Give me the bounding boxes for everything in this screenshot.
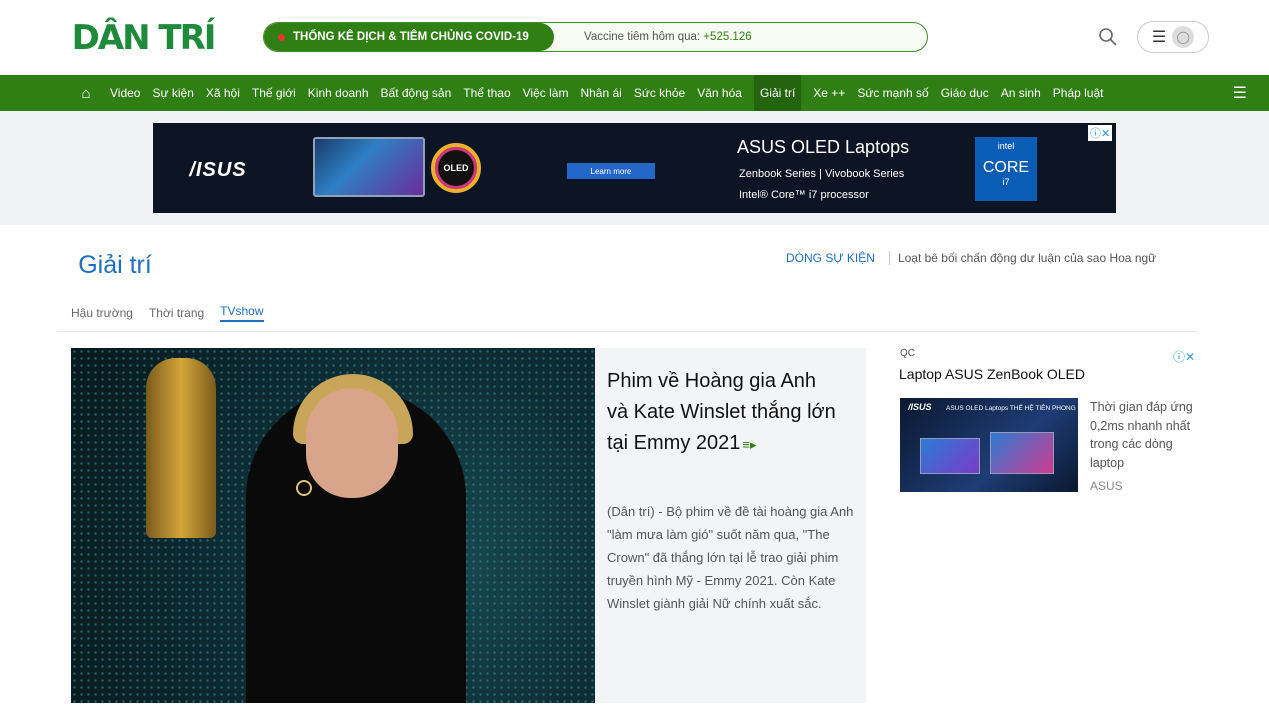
vaccine-stat: Vaccine tiêm hôm qua: +525.126 (584, 31, 752, 43)
asus-logo: /ISUS (189, 158, 247, 181)
event-label: DÒNG SỰ KIỆN (786, 251, 875, 265)
top-ad-banner[interactable]: /ISUS OLED Learn more ASUS OLED Laptops … (153, 123, 1116, 213)
section-divider (57, 331, 1197, 332)
nav-item-bat-dong-san[interactable]: Bất động sản (381, 86, 452, 100)
intel-badge: intel CORE i7 (975, 137, 1037, 201)
menu-icon: ☰ (1151, 29, 1167, 46)
user-menu-button[interactable]: ☰ ◯ (1137, 21, 1209, 53)
event-divider (888, 251, 890, 265)
nav-item-giai-tri[interactable]: Giải trí (753, 75, 802, 111)
nav-item-nhan-ai[interactable]: Nhân ái (580, 86, 621, 100)
oled-badge: OLED (431, 143, 481, 193)
feature-summary: (Dân trí) - Bộ phim về đề tài hoàng gia … (607, 504, 854, 611)
video-icon: ≡▸ (742, 437, 757, 452)
nav-item-su-kien[interactable]: Sự kiện (152, 86, 193, 100)
nav-item-xa-hoi[interactable]: Xã hội (206, 86, 240, 100)
ad-label: QC (900, 348, 915, 359)
ad-title: ASUS OLED Laptops (737, 136, 910, 157)
intel-core-label: CORE (982, 159, 1030, 176)
tab-hau-truong[interactable]: Hậu trường (71, 306, 133, 320)
main-nav: ⌂ Video Sự kiện Xã hội Thế giới Kinh doa… (0, 75, 1269, 111)
nav-item-phap-luat[interactable]: Pháp luật (1053, 86, 1104, 100)
nav-item-the-gioi[interactable]: Thế giới (252, 86, 296, 100)
ad-close-icon[interactable]: ⓘ✕ (1173, 348, 1195, 365)
nav-item-suc-manh-so[interactable]: Sức mạnh số (857, 86, 928, 100)
site-header: DÂN TRÍ THỐNG KÊ DỊCH & TIÊM CHỦNG COVID… (0, 0, 1269, 75)
trophy-shape (146, 358, 216, 538)
laptop-image (313, 137, 425, 197)
covid-label-block: THỐNG KÊ DỊCH & TIÊM CHỦNG COVID-19 (264, 23, 554, 51)
page-title[interactable]: Giải trí (57, 248, 173, 282)
side-ad-description[interactable]: Thời gian đáp ứng 0,2ms nhanh nhất trong… (1090, 398, 1198, 472)
hamburger-icon[interactable]: ☰ (1233, 83, 1247, 103)
nav-item-suc-khoe[interactable]: Sức khỏe (634, 86, 685, 100)
tab-thoi-trang[interactable]: Thời trang (149, 306, 204, 320)
ad-subtitle-processor: Intel® Core™ i7 processor (739, 189, 869, 201)
ad-close-icon[interactable]: ⓘ✕ (1088, 125, 1113, 141)
feature-title-text[interactable]: Phim về Hoàng gia Anh và Kate Winslet th… (607, 370, 836, 454)
side-ad-title[interactable]: Laptop ASUS ZenBook OLED (889, 363, 1119, 385)
laptop-image (920, 438, 980, 474)
side-ad-brand[interactable]: ASUS (1090, 479, 1123, 493)
laptop-image (990, 432, 1054, 474)
covid-stats-bar[interactable]: THỐNG KÊ DỊCH & TIÊM CHỦNG COVID-19 Vacc… (263, 22, 928, 52)
nav-item-van-hoa[interactable]: Văn hóa (697, 86, 742, 100)
nav-item-an-sinh[interactable]: An sinh (1001, 86, 1041, 100)
intel-gen-label: i7 (1002, 177, 1010, 187)
nav-item-the-thao[interactable]: Thể thao (463, 86, 510, 100)
ad-band: /ISUS OLED Learn more ASUS OLED Laptops … (0, 111, 1269, 225)
vaccine-value: +525.126 (703, 31, 752, 43)
avatar-icon: ◯ (1172, 26, 1195, 48)
home-icon[interactable]: ⌂ (76, 85, 96, 102)
learn-more-button[interactable]: Learn more (567, 163, 655, 179)
ring-icon (296, 480, 312, 496)
vaccine-label: Vaccine tiêm hôm qua: (584, 31, 701, 43)
search-icon[interactable] (1098, 27, 1118, 47)
intel-label: intel (997, 141, 1015, 151)
side-ad-caption: ASUS OLED Laptops THẾ HỆ TIÊN PHONG (946, 405, 1076, 412)
nav-item-kinh-doanh[interactable]: Kinh doanh (308, 86, 369, 100)
covid-label: THỐNG KÊ DỊCH & TIÊM CHỦNG COVID-19 (293, 31, 529, 43)
feature-title[interactable]: Phim về Hoàng gia Anh và Kate Winslet th… (607, 366, 837, 460)
ad-subtitle-series: Zenbook Series | Vivobook Series (739, 168, 905, 180)
side-ad-image[interactable]: /ISUS ASUS OLED Laptops THẾ HỆ TIÊN PHON… (900, 398, 1078, 492)
nav-item-viec-lam[interactable]: Việc làm (523, 86, 569, 100)
nav-item-giao-duc[interactable]: Giáo dục (941, 86, 989, 100)
side-ad-logo: /ISUS (908, 402, 932, 412)
live-dot-icon (278, 33, 285, 41)
nav-item-xe[interactable]: Xe ++ (813, 86, 845, 100)
subcategory-tabs: Hậu trường Thời trang TVshow (57, 303, 285, 323)
site-logo[interactable]: DÂN TRÍ (58, 18, 228, 58)
event-headline[interactable]: Loạt bê bối chấn động dư luận của sao Ho… (898, 251, 1156, 265)
tab-tvshow[interactable]: TVshow (220, 304, 264, 322)
event-ticker[interactable]: DÒNG SỰ KIỆN Loạt bê bối chấn động dư lu… (776, 248, 1197, 268)
feature-image[interactable] (71, 348, 595, 703)
nav-items: ⌂ Video Sự kiện Xã hội Thế giới Kinh doa… (76, 75, 1253, 111)
nav-item-video[interactable]: Video (110, 86, 140, 100)
